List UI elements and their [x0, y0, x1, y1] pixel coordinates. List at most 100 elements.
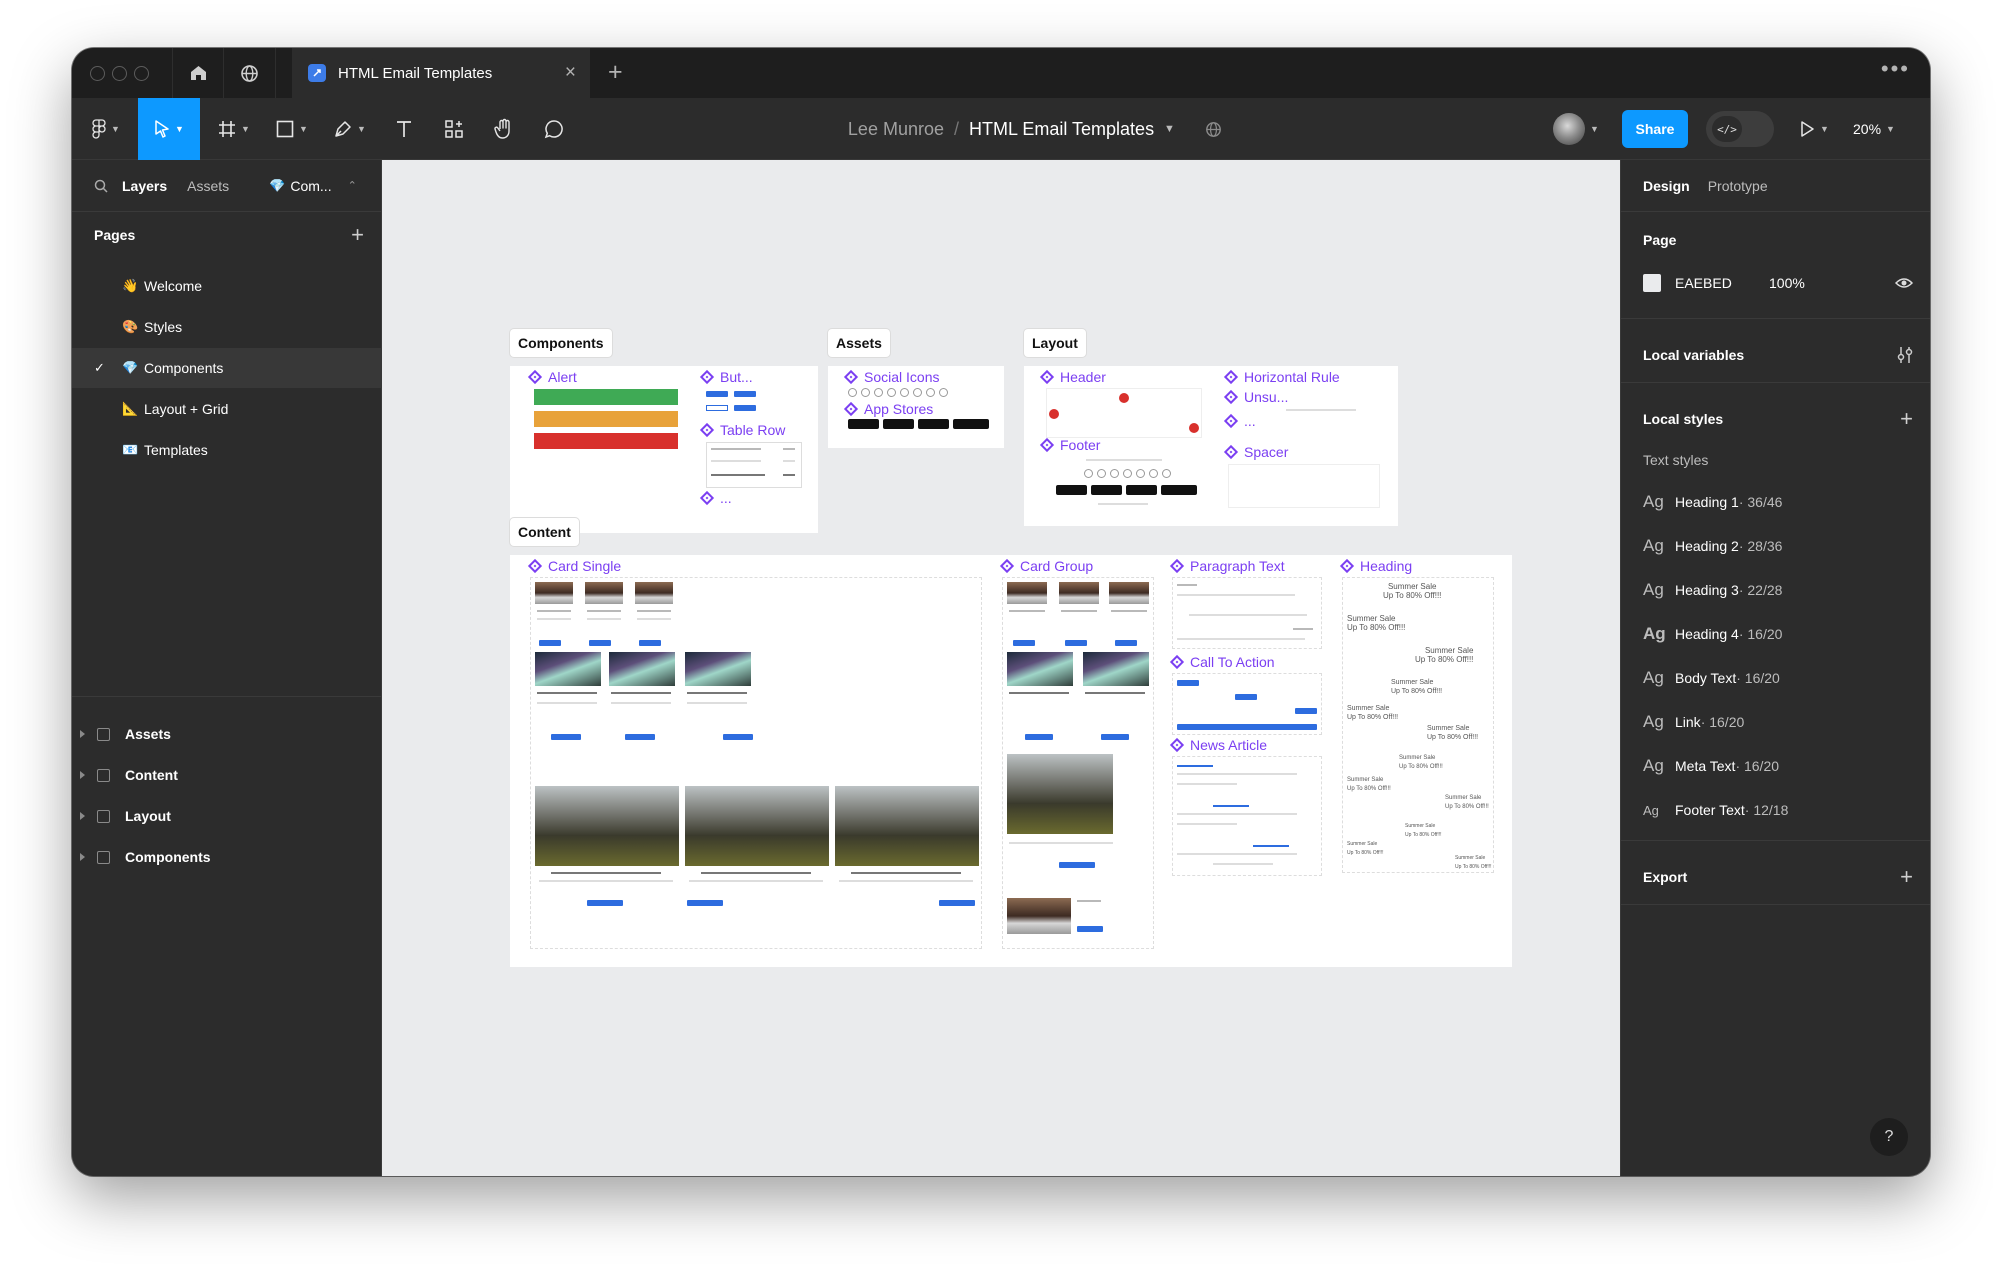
comment-tool-button[interactable]	[534, 98, 574, 160]
frame-label-content[interactable]: Content	[510, 518, 579, 546]
local-variables-row[interactable]: Local variables	[1643, 346, 1913, 364]
frame-assets[interactable]: Social Icons App Stores	[828, 366, 1004, 448]
layer-item-content[interactable]: Content	[72, 755, 382, 795]
move-tool-button[interactable]: ▼	[138, 98, 200, 160]
frame-label-assets[interactable]: Assets	[828, 329, 890, 357]
component-table-row[interactable]: Table Row	[699, 422, 785, 438]
pen-tool-button[interactable]: ▼	[326, 98, 374, 160]
component-app-stores[interactable]: App Stores	[843, 401, 933, 417]
component-card-group[interactable]: Card Group	[999, 558, 1093, 574]
expand-triangle-icon[interactable]	[80, 853, 85, 861]
component-news-article[interactable]: News Article	[1169, 737, 1267, 753]
close-window-button[interactable]	[90, 66, 105, 81]
page-item-templates[interactable]: 📧 Templates	[72, 430, 382, 470]
resources-tool-button[interactable]	[434, 98, 474, 160]
publish-globe-icon[interactable]	[1196, 98, 1230, 160]
frame-tool-button[interactable]: ▼	[210, 98, 258, 160]
text-style-footer-text[interactable]: Ag Footer Text · 12/18	[1643, 795, 1788, 825]
layer-item-layout[interactable]: Layout	[72, 796, 382, 836]
maximize-window-button[interactable]	[134, 66, 149, 81]
add-page-icon[interactable]: +	[351, 224, 364, 246]
page-label: Components	[144, 360, 224, 376]
page-color-value[interactable]: EAEBED	[1675, 275, 1769, 291]
chevron-up-icon[interactable]: ⌃	[348, 179, 357, 192]
component-more-layout[interactable]: ...	[1223, 413, 1256, 429]
diamond-icon: 💎	[269, 177, 286, 193]
diamond-icon: 💎	[122, 360, 139, 375]
zoom-dropdown[interactable]: 20% ▼	[1844, 98, 1904, 160]
text-style-heading-2[interactable]: Ag Heading 2 · 28/36	[1643, 531, 1782, 561]
add-style-icon[interactable]: +	[1900, 408, 1913, 430]
component-paragraph-text[interactable]: Paragraph Text	[1169, 558, 1285, 574]
local-styles-row: Local styles +	[1643, 408, 1913, 430]
text-style-heading-1[interactable]: Ag Heading 1 · 36/46	[1643, 487, 1782, 517]
expand-triangle-icon[interactable]	[80, 730, 85, 738]
tab-assets[interactable]: Assets	[187, 178, 229, 194]
close-tab-icon[interactable]: ×	[565, 62, 576, 84]
layer-item-assets[interactable]: Assets	[72, 714, 382, 754]
component-call-to-action[interactable]: Call To Action	[1169, 654, 1275, 670]
minimize-window-button[interactable]	[112, 66, 127, 81]
multiplayer-avatars[interactable]: ▼	[1547, 98, 1605, 160]
text-style-heading-3[interactable]: Ag Heading 3 · 22/28	[1643, 575, 1782, 605]
layer-item-components[interactable]: Components	[72, 837, 382, 877]
frame-content[interactable]: Card Single Card Group Paragraph Text Ca…	[510, 555, 1512, 967]
component-icon	[527, 369, 543, 385]
page-item-styles[interactable]: 🎨 Styles	[72, 307, 382, 347]
google-play-badge	[883, 419, 914, 429]
page-background-row[interactable]: EAEBED 100%	[1643, 272, 1913, 294]
shape-tool-button[interactable]: ▼	[268, 98, 316, 160]
frame-label-components[interactable]: Components	[510, 329, 612, 357]
canvas[interactable]: Components Alert But... Table Row ... As…	[382, 160, 1620, 1176]
component-spacer[interactable]: Spacer	[1223, 444, 1288, 460]
present-button[interactable]: ▼	[1792, 98, 1836, 160]
component-unsubscribe[interactable]: Unsu...	[1223, 389, 1288, 405]
page-item-components[interactable]: ✓ 💎 Components	[72, 348, 382, 388]
component-footer[interactable]: Footer	[1039, 437, 1100, 453]
text-style-link[interactable]: Ag Link · 16/20	[1643, 707, 1744, 737]
page-opacity-value[interactable]: 100%	[1769, 275, 1805, 291]
frame-layout[interactable]: Header Footer Horizontal Rule Unsu... ..…	[1024, 366, 1398, 526]
hand-tool-button[interactable]	[484, 98, 524, 160]
component-header[interactable]: Header	[1039, 369, 1106, 385]
main-menu-button[interactable]: ▼	[84, 98, 128, 160]
file-owner[interactable]: Lee Munroe	[848, 119, 944, 140]
expand-triangle-icon[interactable]	[80, 812, 85, 820]
page-item-welcome[interactable]: 👋 Welcome	[72, 266, 382, 306]
page-color-swatch[interactable]	[1643, 274, 1661, 292]
eye-icon[interactable]	[1895, 277, 1913, 289]
tab-components[interactable]: Com...	[290, 178, 331, 194]
community-globe-icon[interactable]	[224, 48, 276, 98]
page-item-layout-grid[interactable]: 📐 Layout + Grid	[72, 389, 382, 429]
share-button[interactable]: Share	[1621, 110, 1689, 148]
variables-sliders-icon[interactable]	[1897, 346, 1913, 364]
help-button[interactable]: ?	[1870, 1118, 1908, 1156]
expand-triangle-icon[interactable]	[80, 771, 85, 779]
text-tool-button[interactable]	[384, 98, 424, 160]
dev-mode-toggle[interactable]: </>	[1704, 98, 1776, 160]
file-options-chevron-down-icon[interactable]: ▼	[1152, 98, 1182, 160]
more-options-icon[interactable]: •••	[1881, 56, 1910, 82]
home-icon[interactable]	[172, 48, 224, 98]
text-style-meta-text[interactable]: Ag Meta Text · 16/20	[1643, 751, 1779, 781]
search-icon[interactable]	[94, 179, 108, 193]
component-horizontal-rule[interactable]: Horizontal Rule	[1223, 369, 1340, 385]
component-more[interactable]: ...	[699, 490, 732, 506]
component-buttons[interactable]: But...	[699, 369, 753, 385]
new-tab-icon[interactable]: +	[608, 58, 623, 87]
file-name[interactable]: HTML Email Templates	[969, 119, 1154, 140]
component-social-icons[interactable]: Social Icons	[843, 369, 939, 385]
text-style-heading-4[interactable]: Ag Heading 4 · 16/20	[1643, 619, 1782, 649]
component-heading[interactable]: Heading	[1339, 558, 1412, 574]
text-style-ag-icon: Ag	[1643, 802, 1659, 818]
tab-html-email-templates[interactable]: HTML Email Templates ×	[292, 48, 590, 98]
component-card-single[interactable]: Card Single	[527, 558, 621, 574]
add-export-icon[interactable]: +	[1900, 866, 1913, 888]
tab-prototype[interactable]: Prototype	[1708, 178, 1768, 194]
component-alert[interactable]: Alert	[527, 369, 577, 385]
tab-layers[interactable]: Layers	[122, 178, 167, 194]
frame-label-layout[interactable]: Layout	[1024, 329, 1086, 357]
frame-components[interactable]: Alert But... Table Row ...	[510, 366, 818, 533]
text-style-body-text[interactable]: Ag Body Text · 16/20	[1643, 663, 1780, 693]
tab-design[interactable]: Design	[1643, 178, 1690, 194]
